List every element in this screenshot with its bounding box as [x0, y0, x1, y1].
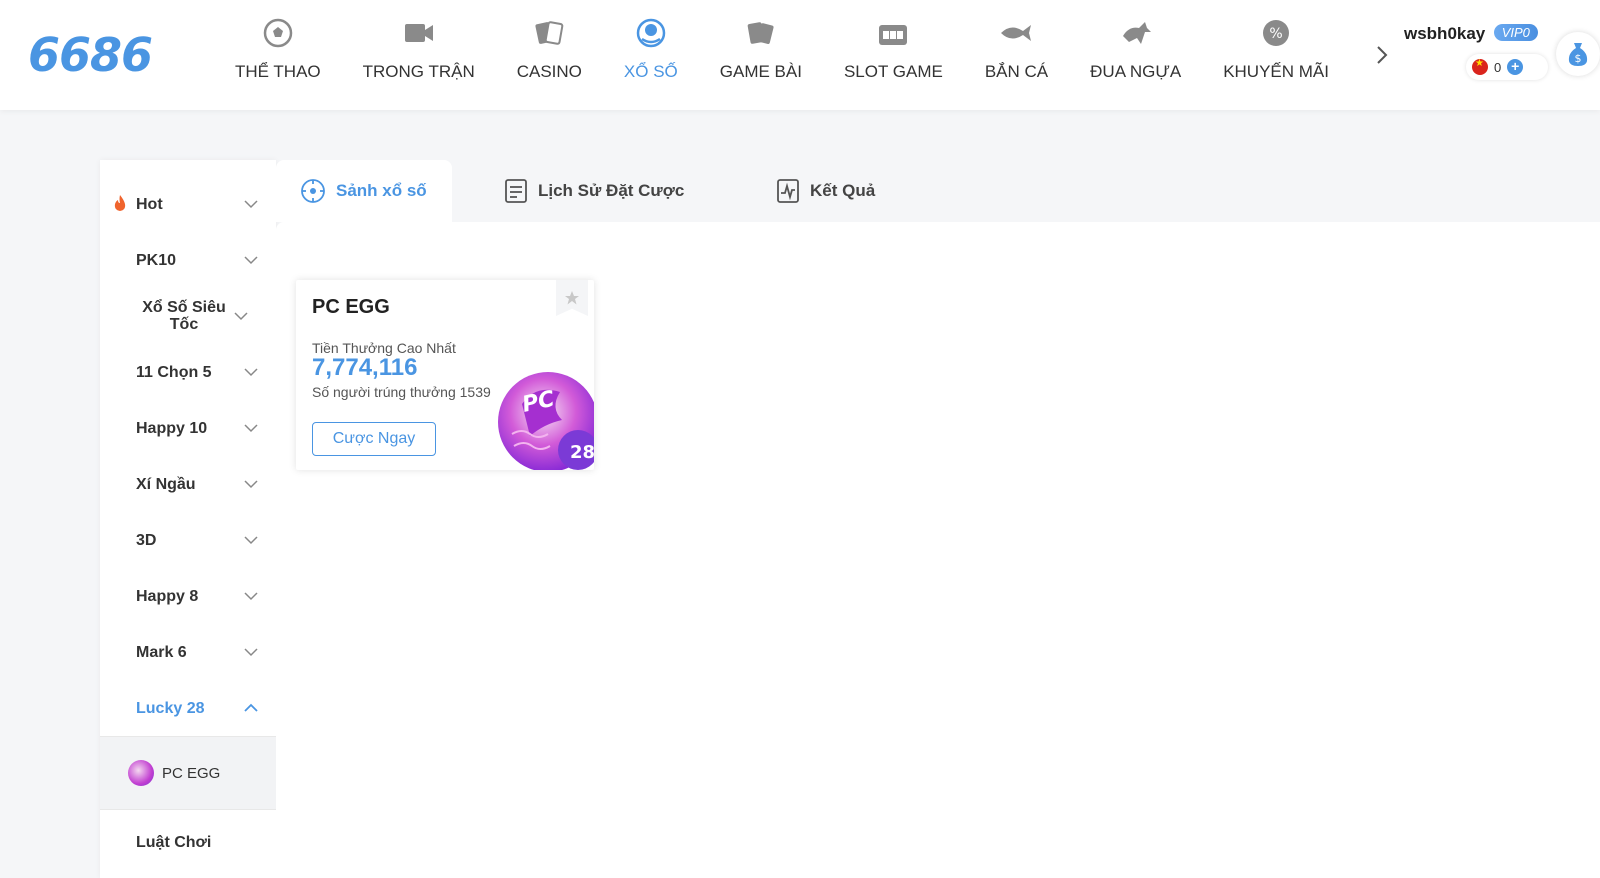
sidebar-item-xi-ngau[interactable]: Xí Ngầu [100, 456, 276, 512]
nav-item-khuyen-mai[interactable]: % KHUYẾN MÃI [1202, 0, 1350, 110]
sidebar-item-xo-so-sieu-toc[interactable]: Xổ Số Siêu Tốc [100, 288, 276, 344]
nav-item-dua-ngua[interactable]: ĐUA NGỰA [1069, 0, 1202, 110]
pc-egg-icon [128, 760, 154, 786]
game-card-pc-egg[interactable]: PC EGG Tiền Thưởng Cao Nhất 7,774,116 Số… [296, 280, 594, 470]
nav-label: BẮN CÁ [984, 62, 1049, 81]
chevron-down-icon [244, 200, 258, 209]
nav-label: CASINO [516, 62, 582, 81]
top-header: 6686 THỂ THAO TRONG TRẬN CASINO XỔ SỐ GA… [0, 0, 1600, 110]
tab-label: Kết Quả [810, 181, 876, 200]
sidebar-item-label: Hot [136, 195, 163, 213]
sidebar-item-hot[interactable]: Hot [100, 176, 276, 232]
chevron-down-icon [244, 424, 258, 433]
sidebar-item-mark-6[interactable]: Mark 6 [100, 624, 276, 680]
vietnam-flag-icon [1472, 58, 1488, 75]
sidebar-item-happy-8[interactable]: Happy 8 [100, 568, 276, 624]
nav-item-ban-ca[interactable]: BẮN CÁ [964, 0, 1069, 110]
game-card-title: PC EGG [312, 296, 390, 318]
nav-label: SLOT GAME [843, 62, 943, 81]
balance-pill[interactable]: 0 + [1466, 54, 1548, 80]
winner-count: Số người trúng thưởng 1539 [312, 384, 491, 400]
cards-icon [532, 16, 566, 50]
discount-icon: % [1259, 16, 1293, 50]
chevron-down-icon [244, 256, 258, 265]
deposit-plus-icon[interactable]: + [1507, 59, 1524, 75]
max-prize-value: 7,774,116 [312, 354, 418, 381]
sidebar-item-label: 11 Chọn 5 [136, 363, 212, 381]
nav-item-casino[interactable]: CASINO [496, 0, 603, 110]
chart-icon [777, 179, 799, 203]
main-nav: THỂ THAO TRONG TRẬN CASINO XỔ SỐ GAME BÀ… [214, 0, 1360, 110]
nav-label: KHUYẾN MÃI [1223, 62, 1329, 81]
tab-lottery-lobby[interactable]: Sảnh xổ số [276, 160, 452, 222]
card-game-icon [744, 16, 778, 50]
fire-icon [112, 194, 128, 217]
sidebar-subitem-label: PC EGG [162, 764, 221, 782]
user-panel: wsbh0kay VIP0 0 + [1404, 24, 1554, 80]
lottery-category-sidebar: Hot PK10 Xổ Số Siêu Tốc 11 Chọn 5 Happy … [100, 160, 276, 878]
username[interactable]: wsbh0kay [1404, 24, 1485, 44]
target-icon [301, 179, 325, 203]
video-camera-icon [402, 16, 436, 50]
sidebar-item-label: Luật Chơi [136, 833, 212, 851]
sidebar-item-label: PK10 [136, 251, 177, 269]
chevron-down-icon [244, 648, 258, 657]
balance-value: 0 [1494, 59, 1502, 75]
chevron-down-icon [244, 592, 258, 601]
nav-item-the-thao[interactable]: THỂ THAO [214, 0, 342, 110]
nav-item-game-bai[interactable]: GAME BÀI [699, 0, 823, 110]
nav-label: THỂ THAO [235, 62, 321, 81]
nav-item-xo-so[interactable]: XỔ SỐ [603, 0, 699, 110]
favorite-star-icon[interactable] [556, 280, 588, 316]
sidebar-item-11-chon-5[interactable]: 11 Chọn 5 [100, 344, 276, 400]
sidebar-item-label: Lucky 28 [136, 699, 205, 717]
vip-badge: VIP0 [1493, 24, 1538, 41]
document-icon [505, 179, 527, 203]
nav-label: GAME BÀI [719, 62, 802, 81]
svg-text:%: % [1269, 26, 1282, 42]
lottery-tabs: Sảnh xổ số Lịch Sử Đặt Cược Kết Quả [276, 160, 1600, 222]
tab-results[interactable]: Kết Quả [776, 160, 875, 222]
site-logo[interactable]: 6686 [28, 28, 153, 82]
horse-racing-icon [1119, 16, 1153, 50]
soccer-ball-icon [261, 16, 295, 50]
sidebar-item-lucky-28[interactable]: Lucky 28 [100, 680, 276, 736]
chevron-down-icon [244, 536, 258, 545]
nav-label: ĐUA NGỰA [1090, 62, 1182, 81]
chevron-down-icon [244, 480, 258, 489]
chevron-down-icon [244, 368, 258, 377]
slot-machine-icon [876, 16, 910, 50]
sidebar-item-label: Happy 8 [136, 587, 199, 605]
sidebar-item-label: Xí Ngầu [136, 475, 196, 493]
sidebar-item-label: 3D [136, 531, 157, 549]
egg-badge-number: 28 [570, 442, 594, 463]
nav-item-trong-tran[interactable]: TRONG TRẬN [342, 0, 496, 110]
money-bag-icon: $ [1568, 43, 1588, 66]
lottery-ball-icon [634, 16, 668, 50]
sidebar-item-label: Happy 10 [136, 419, 208, 437]
chevron-up-icon [244, 703, 258, 712]
sidebar-subitem-pc-egg[interactable]: PC EGG [100, 736, 276, 810]
bet-now-button[interactable]: Cược Ngay [312, 422, 436, 456]
sidebar-item-happy-10[interactable]: Happy 10 [100, 400, 276, 456]
fish-icon [999, 16, 1033, 50]
sidebar-item-label: Xổ Số Siêu Tốc [142, 299, 226, 333]
pc-egg-game-image: PC 28 [498, 372, 594, 470]
tab-label: Lịch Sử Đặt Cược [538, 181, 685, 200]
sidebar-item-pk10[interactable]: PK10 [100, 232, 276, 288]
nav-label: TRONG TRẬN [362, 62, 475, 81]
sidebar-item-label: Mark 6 [136, 643, 187, 661]
sidebar-item-rules[interactable]: Luật Chơi [100, 814, 276, 870]
nav-next-arrow-icon[interactable] [1372, 40, 1392, 70]
sidebar-item-3d[interactable]: 3D [100, 512, 276, 568]
svg-text:$: $ [1575, 52, 1582, 65]
chevron-down-icon [234, 312, 248, 321]
nav-item-slot-game[interactable]: SLOT GAME [823, 0, 964, 110]
tab-label: Sảnh xổ số [336, 181, 427, 200]
tab-bet-history[interactable]: Lịch Sử Đặt Cược [504, 160, 684, 222]
nav-label: XỔ SỐ [623, 62, 678, 81]
wallet-button[interactable]: $ [1556, 32, 1600, 76]
